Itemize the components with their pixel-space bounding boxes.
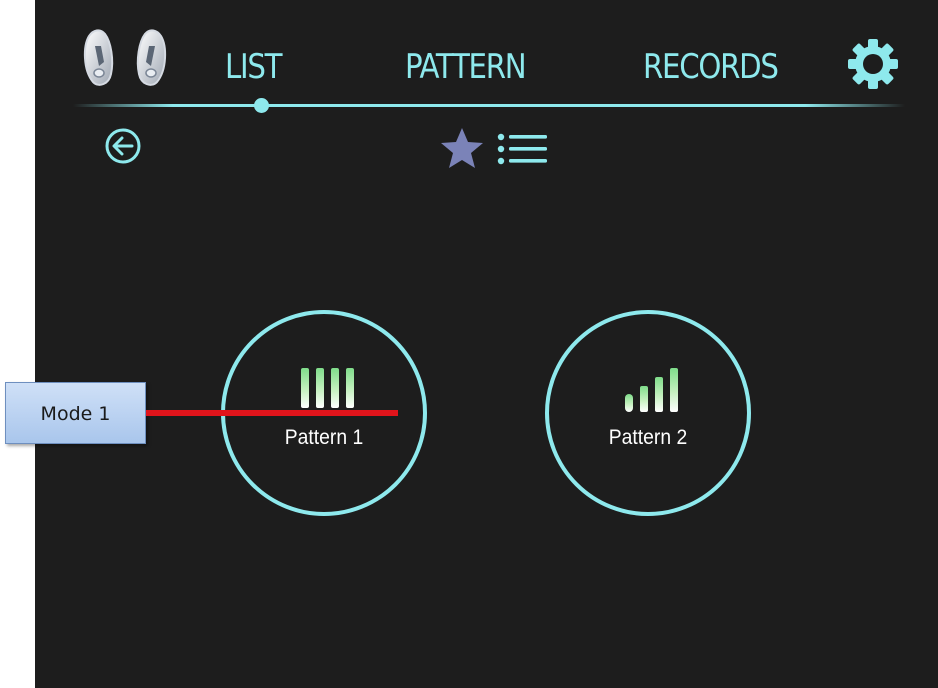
pattern-2-label: Pattern 2 <box>608 426 688 449</box>
tab-pattern[interactable]: PATTERN <box>405 44 527 90</box>
mode-annotation-callout: Mode 1 <box>5 382 146 444</box>
gear-icon[interactable] <box>847 38 899 90</box>
ascending-bars-icon <box>621 368 683 412</box>
pattern-1-label: Pattern 1 <box>284 426 364 449</box>
pattern-2-button[interactable]: Pattern 2 <box>545 310 751 516</box>
tab-list[interactable]: LIST <box>225 44 282 90</box>
mode-annotation-label: Mode 1 <box>40 403 111 425</box>
uniform-bars-icon <box>297 368 359 408</box>
tab-records[interactable]: RECORDS <box>643 44 779 90</box>
star-icon[interactable] <box>439 126 485 170</box>
list-icon[interactable] <box>497 132 549 166</box>
annotation-pointer-line <box>146 410 398 416</box>
back-arrow-icon[interactable] <box>103 126 143 166</box>
active-tab-indicator <box>254 98 269 113</box>
nav-divider <box>73 104 905 107</box>
earbuds-icon[interactable] <box>79 26 171 90</box>
app-screen: LIST PATTERN RECORDS Pattern 1 Pattern 2 <box>35 0 938 688</box>
